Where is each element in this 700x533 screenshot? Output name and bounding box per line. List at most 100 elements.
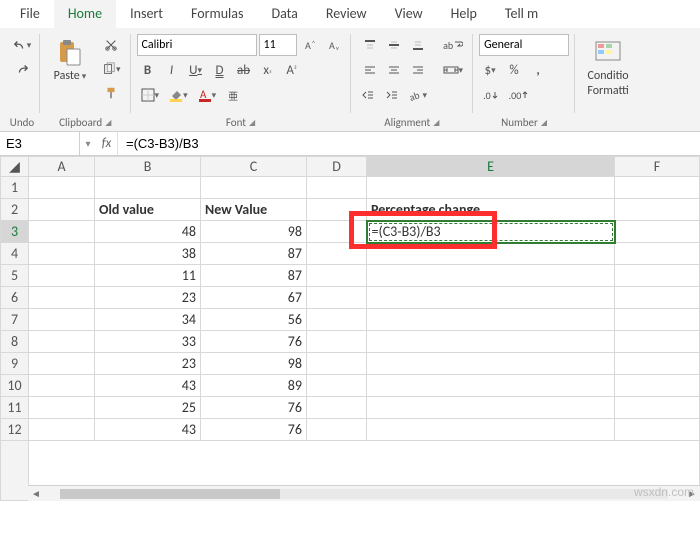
- cell-E5[interactable]: [367, 265, 615, 287]
- redo-button[interactable]: [11, 58, 33, 80]
- tab-review[interactable]: Review: [312, 0, 381, 28]
- cell-C11[interactable]: 76: [201, 397, 307, 419]
- cell-A8[interactable]: [29, 331, 95, 353]
- cell-A12[interactable]: [29, 419, 95, 441]
- scroll-track[interactable]: [60, 489, 668, 499]
- row-header-11[interactable]: 11: [1, 397, 29, 419]
- bold-button[interactable]: B: [137, 59, 159, 81]
- cell-D2[interactable]: [307, 199, 367, 221]
- cell-B12[interactable]: 43: [95, 419, 201, 441]
- cell-E1[interactable]: [367, 177, 615, 199]
- cell-D10[interactable]: [307, 375, 367, 397]
- cell-E6[interactable]: [367, 287, 615, 309]
- cell-A1[interactable]: [29, 177, 95, 199]
- cell-E4[interactable]: [367, 243, 615, 265]
- align-left-button[interactable]: [359, 59, 381, 81]
- font-launcher-icon[interactable]: ◢: [249, 118, 255, 128]
- cell-E9[interactable]: [367, 353, 615, 375]
- row-header-5[interactable]: 5: [1, 265, 29, 287]
- cell-F11[interactable]: [615, 397, 700, 419]
- cell-F9[interactable]: [615, 353, 700, 375]
- tab-formulas[interactable]: Formulas: [177, 0, 257, 28]
- phonetic-button[interactable]: 亜: [222, 84, 244, 106]
- font-name-combo[interactable]: [137, 34, 257, 56]
- cell-D11[interactable]: [307, 397, 367, 419]
- grid[interactable]: ◢ A B C D E F 1 2 Old value New Value Pe…: [0, 156, 700, 501]
- undo-button[interactable]: [9, 34, 36, 56]
- cell-C8[interactable]: 76: [201, 331, 307, 353]
- namebox-expand-icon[interactable]: ▾: [80, 132, 96, 155]
- cell-C4[interactable]: 87: [201, 243, 307, 265]
- conditional-formatting-button[interactable]: Conditio Formatti: [581, 34, 635, 102]
- cell-C2[interactable]: New Value: [201, 199, 307, 221]
- italic-button[interactable]: I: [161, 59, 183, 81]
- cell-E11[interactable]: [367, 397, 615, 419]
- cell-B4[interactable]: 38: [95, 243, 201, 265]
- tab-file[interactable]: File: [6, 0, 54, 28]
- formula-input[interactable]: [118, 132, 700, 155]
- col-header-F[interactable]: F: [615, 157, 700, 177]
- cell-A5[interactable]: [29, 265, 95, 287]
- col-header-C[interactable]: C: [201, 157, 307, 177]
- row-header-9[interactable]: 9: [1, 353, 29, 375]
- cell-E8[interactable]: [367, 331, 615, 353]
- row-header-blank[interactable]: [1, 441, 29, 501]
- cell-B1[interactable]: [95, 177, 201, 199]
- cell-B8[interactable]: 33: [95, 331, 201, 353]
- cell-A11[interactable]: [29, 397, 95, 419]
- name-box[interactable]: [0, 132, 80, 155]
- clipboard-launcher-icon[interactable]: ◢: [105, 118, 111, 128]
- borders-button[interactable]: [137, 84, 164, 106]
- cut-button[interactable]: [100, 34, 122, 56]
- col-header-E[interactable]: E: [367, 157, 615, 177]
- tab-view[interactable]: View: [381, 0, 437, 28]
- cell-D6[interactable]: [307, 287, 367, 309]
- cell-B3[interactable]: 48: [95, 221, 201, 243]
- decrease-font-button[interactable]: Av: [323, 34, 345, 56]
- increase-indent-button[interactable]: [381, 84, 403, 106]
- decrease-indent-button[interactable]: [357, 84, 379, 106]
- row-header-6[interactable]: 6: [1, 287, 29, 309]
- number-launcher-icon[interactable]: ◢: [541, 118, 547, 128]
- cell-B9[interactable]: 23: [95, 353, 201, 375]
- tab-help[interactable]: Help: [437, 0, 491, 28]
- cell-D8[interactable]: [307, 331, 367, 353]
- align-top-button[interactable]: [359, 34, 381, 56]
- align-center-button[interactable]: [383, 59, 405, 81]
- cell-F6[interactable]: [615, 287, 700, 309]
- fill-color-button[interactable]: [165, 84, 192, 106]
- scroll-thumb[interactable]: [60, 489, 280, 499]
- cell-B7[interactable]: 34: [95, 309, 201, 331]
- cell-F2[interactable]: [615, 199, 700, 221]
- font-color-button[interactable]: A: [194, 84, 221, 106]
- cell-C5[interactable]: 87: [201, 265, 307, 287]
- cell-A2[interactable]: [29, 199, 95, 221]
- increase-decimal-button[interactable]: .0: [479, 84, 503, 106]
- format-painter-button[interactable]: [100, 82, 122, 104]
- col-header-A[interactable]: A: [29, 157, 95, 177]
- cell-D7[interactable]: [307, 309, 367, 331]
- merge-center-button[interactable]: [439, 59, 467, 81]
- align-bottom-button[interactable]: [407, 34, 429, 56]
- alignment-launcher-icon[interactable]: ◢: [433, 118, 439, 128]
- subscript-button[interactable]: x₂: [257, 59, 279, 81]
- decrease-decimal-button[interactable]: .00: [505, 84, 534, 106]
- increase-font-button[interactable]: A^: [299, 34, 321, 56]
- cell-D5[interactable]: [307, 265, 367, 287]
- cell-B11[interactable]: 25: [95, 397, 201, 419]
- tab-data[interactable]: Data: [257, 0, 311, 28]
- cell-A4[interactable]: [29, 243, 95, 265]
- number-format-combo[interactable]: [479, 34, 569, 56]
- cell-F10[interactable]: [615, 375, 700, 397]
- cell-C10[interactable]: 89: [201, 375, 307, 397]
- cell-F7[interactable]: [615, 309, 700, 331]
- underline-button[interactable]: U: [185, 59, 207, 81]
- row-header-7[interactable]: 7: [1, 309, 29, 331]
- cell-A9[interactable]: [29, 353, 95, 375]
- currency-button[interactable]: $: [479, 59, 501, 81]
- cell-C3[interactable]: 98: [201, 221, 307, 243]
- cell-F8[interactable]: [615, 331, 700, 353]
- align-middle-button[interactable]: [383, 34, 405, 56]
- row-header-1[interactable]: 1: [1, 177, 29, 199]
- align-right-button[interactable]: [407, 59, 429, 81]
